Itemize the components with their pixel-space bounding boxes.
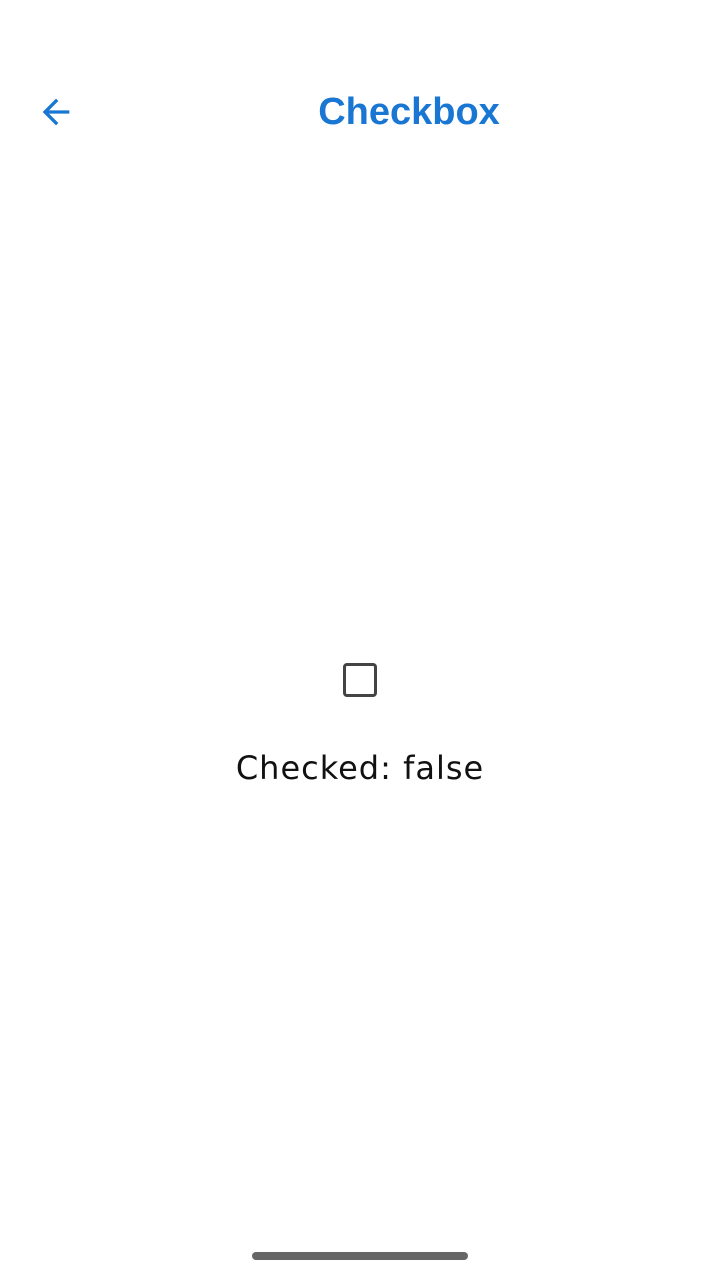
page-title: Checkbox	[318, 91, 500, 133]
checked-status-text: Checked: false	[235, 749, 485, 787]
checkbox[interactable]	[320, 640, 400, 720]
top-app-bar: Checkbox	[0, 56, 720, 168]
checkbox-screen: Checkbox Checked: false	[0, 0, 720, 1280]
checkbox-box	[343, 663, 377, 697]
home-indicator[interactable]	[252, 1252, 468, 1260]
